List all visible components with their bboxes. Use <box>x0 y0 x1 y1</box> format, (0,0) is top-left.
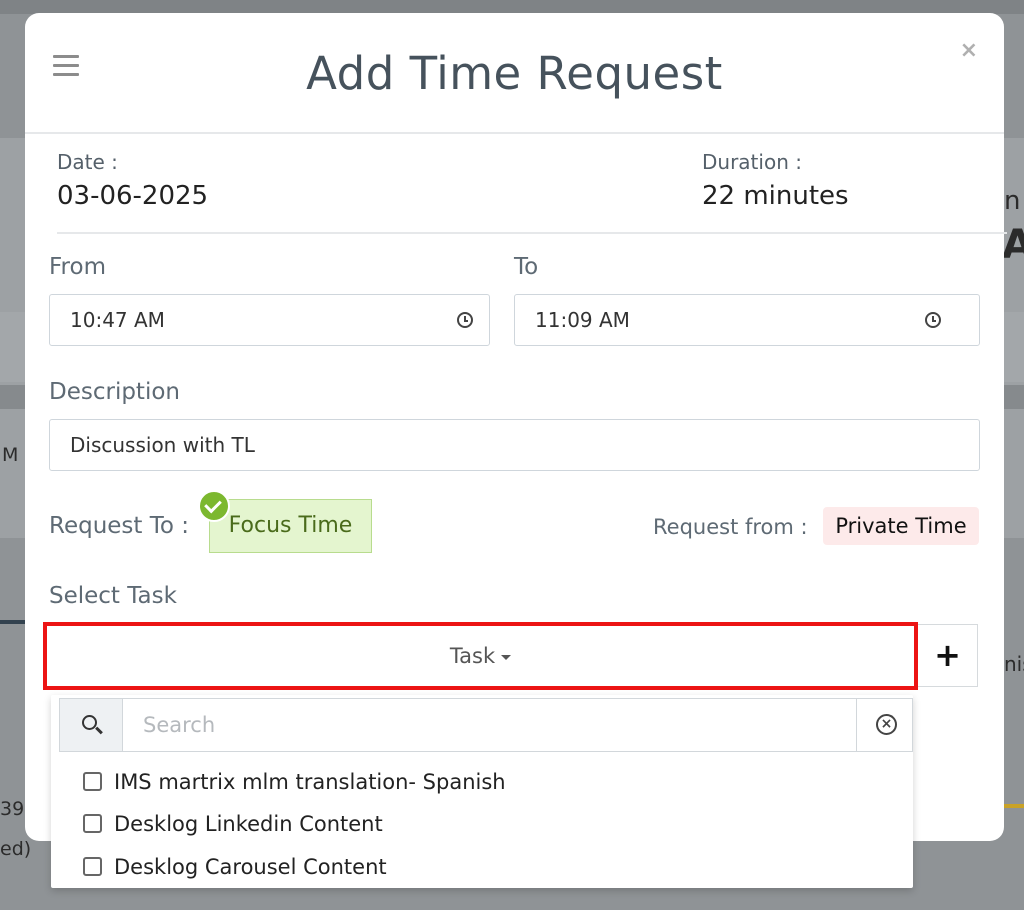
task-option-label: Desklog Carousel Content <box>114 855 387 879</box>
caret-down-icon <box>501 654 512 660</box>
description-input[interactable]: Discussion with TL <box>49 419 980 471</box>
background-text-fragment: A <box>1002 222 1024 268</box>
task-button-label: Task <box>449 644 496 668</box>
description-value: Discussion with TL <box>70 433 255 457</box>
from-time-input[interactable]: 10:47 AM <box>49 294 490 346</box>
task-option-label: Desklog Linkedin Content <box>114 812 383 836</box>
task-dropdown-menu: × IMS martrix mlm translation- Spanish D… <box>51 695 913 888</box>
checkbox[interactable] <box>83 771 102 791</box>
duration-label: Duration : <box>702 150 802 174</box>
section-divider <box>57 232 1007 234</box>
request-from-badge: Private Time <box>823 507 979 545</box>
task-option-label: IMS martrix mlm translation- Spanish <box>114 770 506 794</box>
modal-title: Add Time Request <box>306 47 723 100</box>
background-text-fragment: ed) <box>0 838 32 860</box>
add-task-button[interactable]: + <box>918 624 978 687</box>
description-label: Description <box>49 379 180 405</box>
task-search-input[interactable] <box>123 698 857 752</box>
background-text-fragment: M <box>2 444 19 466</box>
task-option[interactable]: IMS martrix mlm translation- Spanish <box>83 764 506 800</box>
title-divider <box>25 132 1004 134</box>
clock-icon[interactable] <box>925 312 941 328</box>
search-addon <box>59 698 123 752</box>
checkbox[interactable] <box>83 856 102 876</box>
duration-value: 22 minutes <box>702 181 849 211</box>
to-time-value: 11:09 AM <box>535 308 630 332</box>
select-task-label: Select Task <box>49 583 177 609</box>
request-to-badge[interactable]: Focus Time <box>209 499 372 553</box>
request-to-label: Request To : <box>49 513 190 539</box>
clock-icon[interactable] <box>457 312 473 328</box>
background-text-fragment: nis <box>1004 652 1024 676</box>
date-label: Date : <box>57 150 118 174</box>
background-line <box>0 620 25 624</box>
background-text-fragment: n <box>1004 186 1021 216</box>
background-line <box>1004 804 1024 808</box>
check-circle-icon <box>198 490 230 522</box>
clear-circle-icon[interactable]: × <box>876 714 897 735</box>
background-text-fragment: 39 <box>0 798 25 820</box>
to-label: To <box>514 254 539 280</box>
search-icon <box>82 715 97 730</box>
background-topbar <box>0 0 1024 14</box>
close-icon[interactable]: × <box>960 38 978 63</box>
checkbox[interactable] <box>83 813 102 833</box>
task-option[interactable]: Desklog Linkedin Content <box>83 806 383 842</box>
task-option[interactable]: Desklog Carousel Content <box>83 849 387 885</box>
date-value: 03-06-2025 <box>57 181 209 211</box>
request-from-label: Request from : <box>653 515 808 539</box>
to-time-input[interactable]: 11:09 AM <box>514 294 980 346</box>
from-label: From <box>49 254 106 280</box>
clear-search-button[interactable]: × <box>856 698 913 752</box>
task-dropdown-button[interactable]: Task <box>43 622 918 690</box>
request-to-value: Focus Time <box>228 513 353 538</box>
from-time-value: 10:47 AM <box>70 308 165 332</box>
